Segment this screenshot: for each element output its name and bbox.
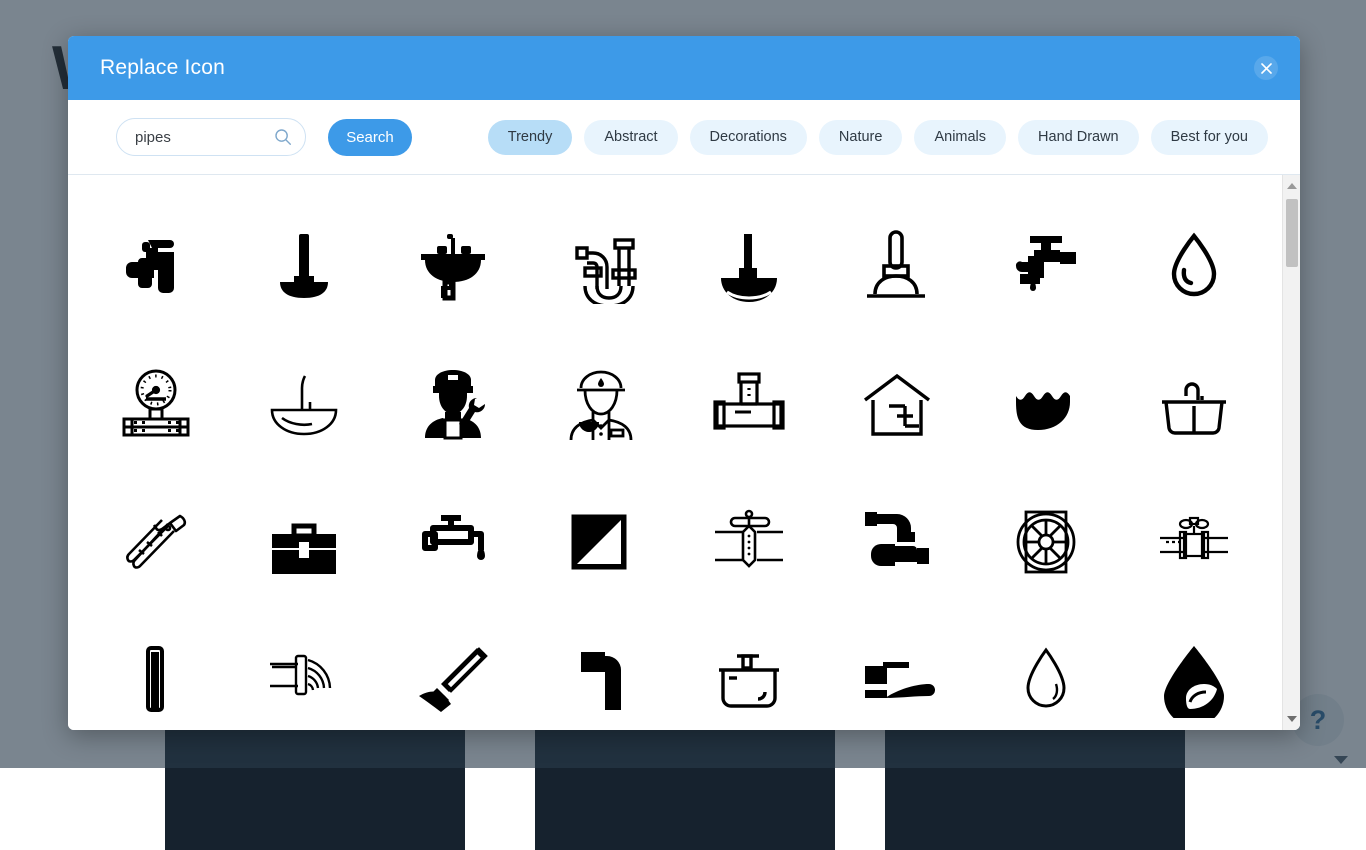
- caret-up-icon[interactable]: [1283, 177, 1300, 195]
- category-chip-animals[interactable]: Animals: [914, 120, 1006, 155]
- diagonal-split-square-icon[interactable]: [542, 483, 660, 601]
- category-chip-nature[interactable]: Nature: [819, 120, 903, 155]
- category-chip-trendy[interactable]: Trendy: [488, 120, 573, 155]
- water-wave-bowl-icon[interactable]: [987, 345, 1105, 463]
- tee-pipe-fitting-icon[interactable]: [690, 345, 808, 463]
- elbow-pipes-icon[interactable]: [838, 483, 956, 601]
- plunger-outline-icon[interactable]: [838, 207, 956, 325]
- plumber-outline-icon[interactable]: [542, 345, 660, 463]
- pipe-cutter-tool-icon[interactable]: [394, 621, 512, 730]
- category-chip-decorations[interactable]: Decorations: [690, 120, 807, 155]
- pipe-wrench-pliers-icon[interactable]: [97, 483, 215, 601]
- plumber-with-wrench-icon[interactable]: [394, 345, 512, 463]
- bathtub-icon[interactable]: [690, 621, 808, 730]
- plunger-solid-icon[interactable]: [245, 207, 363, 325]
- inline-stop-valve-icon[interactable]: [1135, 483, 1253, 601]
- pipe-segment-icon[interactable]: [97, 621, 215, 730]
- valve-wheel-icon[interactable]: [987, 483, 1105, 601]
- category-chip-best-for-you[interactable]: Best for you: [1151, 120, 1268, 155]
- basin-fountain-icon[interactable]: [245, 345, 363, 463]
- icon-results-area: [68, 175, 1300, 730]
- icon-grid-scrollbar[interactable]: [1282, 175, 1300, 730]
- search-toolbar: Search Trendy Abstract Decorations Nature An…: [68, 100, 1300, 175]
- sink-with-drain-icon[interactable]: [394, 207, 512, 325]
- faucet-with-droplet-icon[interactable]: [394, 483, 512, 601]
- tap-with-pipes-icon[interactable]: [97, 207, 215, 325]
- oil-drop-solid-icon[interactable]: [1135, 621, 1253, 730]
- category-chip-abstract[interactable]: Abstract: [584, 120, 677, 155]
- gate-valve-on-pipe-icon[interactable]: [690, 483, 808, 601]
- caret-down-icon[interactable]: [1283, 710, 1300, 728]
- close-icon[interactable]: [1254, 56, 1278, 80]
- water-drop-thin-icon[interactable]: [987, 621, 1105, 730]
- category-chip-hand-drawn[interactable]: Hand Drawn: [1018, 120, 1139, 155]
- search-button[interactable]: Search: [328, 119, 412, 156]
- replace-icon-dialog: Replace Icon Search Trendy Abstract Decora…: [68, 36, 1300, 730]
- dialog-titlebar: Replace Icon: [68, 36, 1300, 100]
- pipe-spray-icon[interactable]: [245, 621, 363, 730]
- p-trap-pipe-icon[interactable]: [542, 207, 660, 325]
- icon-grid: [68, 175, 1282, 730]
- plunger-filled-icon[interactable]: [690, 207, 808, 325]
- faucet-dripping-icon[interactable]: [987, 207, 1105, 325]
- search-input[interactable]: [116, 118, 306, 156]
- faucet-stream-icon[interactable]: [838, 621, 956, 730]
- category-chip-row: Trendy Abstract Decorations Nature Animals Ha…: [488, 120, 1268, 155]
- bathtub-with-faucet-icon[interactable]: [1135, 345, 1253, 463]
- search-field-wrap: [116, 118, 306, 156]
- house-plumbing-icon[interactable]: [838, 345, 956, 463]
- pressure-gauge-on-pipe-icon[interactable]: [97, 345, 215, 463]
- scroll-thumb[interactable]: [1286, 199, 1298, 267]
- toolbox-icon[interactable]: [245, 483, 363, 601]
- dialog-title: Replace Icon: [100, 56, 225, 80]
- water-drop-outline-icon[interactable]: [1135, 207, 1253, 325]
- bent-pipe-icon[interactable]: [542, 621, 660, 730]
